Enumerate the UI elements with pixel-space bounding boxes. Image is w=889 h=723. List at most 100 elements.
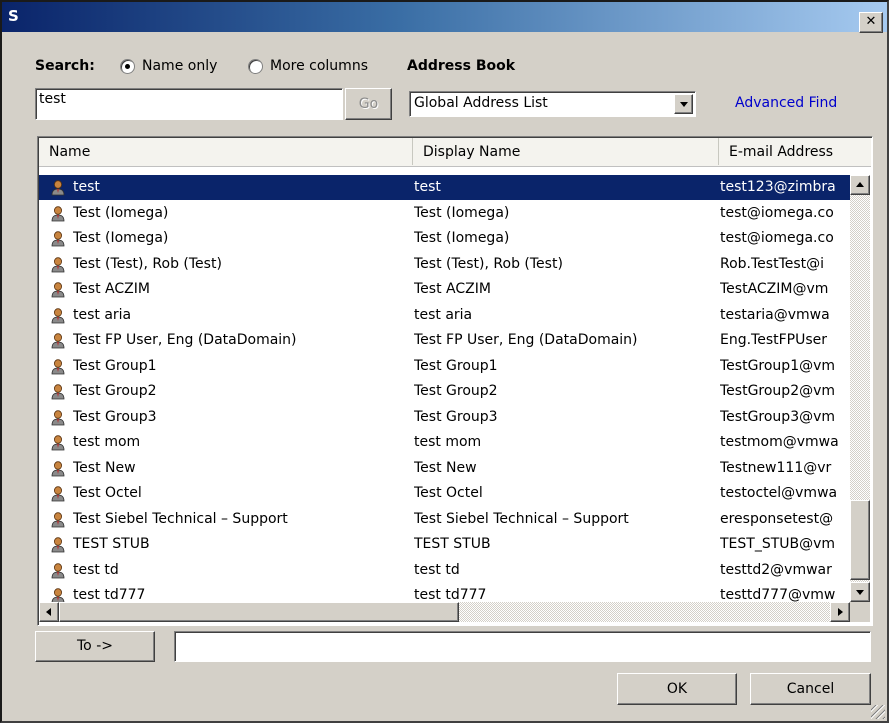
close-icon: ✕ [865, 14, 877, 29]
to-button[interactable]: To -> [35, 631, 155, 662]
radio-more-columns-label[interactable]: More columns [270, 58, 368, 74]
vertical-scrollbar[interactable] [850, 175, 870, 602]
cell-display-name: Test Group2 [414, 383, 498, 399]
address-book-select[interactable]: Global Address List [409, 91, 696, 117]
cell-email: TestGroup1@vm [720, 357, 836, 374]
cell-display-name: TEST STUB [414, 536, 491, 552]
table-row[interactable]: Test (Iomega) Test (Iomega) test@iomega.co [39, 226, 850, 251]
table-row[interactable]: Test Octel Test Octel testoctel@vmwa [39, 481, 850, 506]
table-row[interactable]: test aria test aria testaria@vmwa [39, 303, 850, 328]
person-icon [51, 231, 65, 247]
table-row[interactable]: Test ACZIM Test ACZIM TestACZIM@vm [39, 277, 850, 302]
horizontal-scroll-thumb[interactable] [59, 602, 459, 622]
cell-name: Test (Iomega) [73, 230, 169, 246]
cancel-button[interactable]: Cancel [750, 673, 871, 705]
cell-display-name: test [414, 179, 441, 195]
table-row[interactable]: Test (Iomega) Test (Iomega) test@iomega.co [39, 201, 850, 226]
cell-name: Test Siebel Technical – Support [73, 510, 288, 527]
arrow-left-icon [46, 608, 51, 616]
go-button[interactable]: Go [345, 88, 392, 120]
search-input[interactable] [36, 89, 342, 109]
cell-display-name: Test Group1 [414, 357, 498, 374]
cell-name: Test Octel [73, 485, 142, 501]
address-book-value: Global Address List [414, 95, 548, 111]
advanced-find-link[interactable]: Advanced Find [735, 95, 837, 111]
horizontal-scrollbar[interactable] [39, 602, 850, 622]
person-icon [51, 307, 65, 323]
cell-display-name: Test FP User, Eng (DataDomain) [414, 332, 638, 348]
arrow-right-icon [838, 608, 843, 616]
radio-name-only-label[interactable]: Name only [142, 58, 217, 74]
table-row[interactable]: TEST STUB TEST STUB TEST_STUB@vm [39, 532, 850, 557]
scroll-down-button[interactable] [850, 582, 870, 602]
contacts-rows: test test test123@zimbra Test (Iomega) Test … [39, 175, 850, 602]
cell-display-name: test td [414, 561, 460, 578]
scroll-right-button[interactable] [830, 602, 850, 622]
table-row[interactable]: test test test123@zimbra [39, 175, 850, 200]
person-icon [51, 588, 65, 602]
chevron-down-icon [680, 102, 688, 107]
table-row[interactable]: Test (Test), Rob (Test) Test (Test), Rob … [39, 252, 850, 277]
cell-display-name: test aria [414, 306, 473, 323]
table-row[interactable]: Test Group2 Test Group2 TestGroup2@vm [39, 379, 850, 404]
person-icon [51, 333, 65, 349]
table-row[interactable]: Test Siebel Technical – Support Test Sieb… [39, 507, 850, 532]
cell-name: Test New [73, 459, 136, 476]
cell-email: testaria@vmwa [720, 306, 830, 323]
cell-email: testmom@vmwa [720, 434, 839, 450]
search-label: Search: [35, 58, 95, 74]
person-icon [51, 256, 65, 272]
to-input[interactable] [175, 632, 870, 652]
scroll-up-button[interactable] [850, 175, 870, 195]
cell-display-name: Test (Test), Rob (Test) [414, 255, 563, 272]
person-icon [51, 282, 65, 298]
table-row[interactable]: Test New Test New Testnew111@vr [39, 456, 850, 481]
to-field[interactable] [174, 631, 871, 662]
cell-display-name: Test Siebel Technical – Support [414, 510, 629, 527]
person-icon [51, 205, 65, 221]
column-header-name[interactable]: Name [39, 138, 413, 165]
person-icon [51, 562, 65, 578]
search-field[interactable] [35, 88, 343, 120]
cell-name: test [73, 179, 100, 195]
cell-name: Test Group3 [73, 408, 157, 425]
person-icon [51, 409, 65, 425]
table-row[interactable]: Test Group1 Test Group1 TestGroup1@vm [39, 354, 850, 379]
person-icon [51, 358, 65, 374]
resize-grip[interactable] [871, 705, 885, 719]
list-header: Name Display Name E-mail Address [39, 138, 871, 167]
table-row[interactable]: Test Group3 Test Group3 TestGroup3@vm [39, 405, 850, 430]
cell-email: test@iomega.co [720, 230, 834, 246]
table-row[interactable]: Test FP User, Eng (DataDomain) Test FP Us… [39, 328, 850, 353]
cell-name: test mom [73, 434, 141, 450]
title-bar[interactable]: S ✕ [2, 2, 887, 33]
table-row[interactable]: test td777 test td777 testtd777@vmw [39, 583, 850, 602]
contacts-list: Name Display Name E-mail Address test tes… [37, 136, 873, 626]
address-book-label: Address Book [407, 58, 516, 74]
person-icon [51, 180, 65, 196]
arrow-up-icon [856, 182, 864, 187]
radio-more-columns[interactable] [248, 59, 263, 74]
cell-name: Test ACZIM [73, 281, 150, 297]
table-row[interactable]: test mom test mom testmom@vmwa [39, 430, 850, 455]
scroll-left-button[interactable] [39, 602, 59, 622]
cell-name: test aria [73, 306, 132, 323]
cell-email: testtd777@vmw [720, 587, 836, 602]
cell-display-name: Test Octel [414, 485, 483, 501]
cell-email: test123@zimbra [720, 179, 836, 195]
address-book-dialog: S ✕ Search: Name only More columns Addre… [0, 0, 889, 723]
column-header-display-name[interactable]: Display Name [413, 138, 719, 165]
cell-email: Testnew111@vr [720, 459, 832, 476]
person-icon [51, 537, 65, 553]
radio-name-only[interactable] [120, 59, 135, 74]
address-book-dropdown-button[interactable] [674, 94, 693, 114]
cell-name: test td [73, 561, 119, 578]
cell-name: Test Group1 [73, 357, 157, 374]
ok-button[interactable]: OK [617, 673, 737, 705]
close-button[interactable]: ✕ [859, 12, 883, 33]
cell-name: TEST STUB [73, 536, 150, 552]
vertical-scroll-thumb[interactable] [850, 500, 870, 580]
cell-display-name: Test Group3 [414, 408, 498, 425]
table-row[interactable]: test td test td testtd2@vmwar [39, 558, 850, 583]
column-header-email[interactable]: E-mail Address [719, 138, 871, 165]
